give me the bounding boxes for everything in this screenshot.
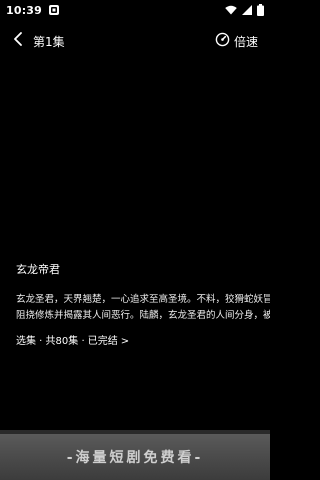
status-left: 10:39 (6, 4, 60, 17)
battery-icon (257, 4, 264, 16)
status-right (225, 4, 264, 16)
chevron-left-icon (13, 31, 23, 50)
speed-button[interactable]: 倍速 (215, 32, 258, 50)
status-bar: 10:39 (0, 0, 270, 20)
synopsis-line: 阻挠修炼并揭露其人间恶行。陆麟，玄龙圣君的人间分身，被数 (16, 310, 270, 321)
app-notification-icon (48, 4, 60, 16)
wifi-icon (225, 5, 237, 15)
episode-list-link[interactable]: 选集 · 共80集 · 已完结 > (16, 334, 270, 350)
player-header: 第1集 倍速 (0, 28, 270, 54)
signal-icon (242, 5, 252, 15)
drama-info: 玄龙帝君 玄龙圣君，天界翘楚，一心追求至高圣境。不料，狡猾蛇妖冒充 阻挠修炼并揭… (16, 262, 270, 350)
episodes-text: 选集 · 共80集 · 已完结 (16, 336, 118, 347)
back-button[interactable] (10, 31, 26, 49)
status-time: 10:39 (6, 3, 43, 17)
chevron-right-icon: > (120, 336, 130, 347)
synopsis: 玄龙圣君，天界翘楚，一心追求至高圣境。不料，狡猾蛇妖冒充 阻挠修炼并揭露其人间恶… (16, 292, 270, 324)
episode-title: 第1集 (33, 35, 65, 49)
banner-text: -海量短剧免费看- (66, 450, 204, 466)
speed-label: 倍速 (233, 34, 258, 49)
drama-title: 玄龙帝君 (16, 263, 60, 276)
promo-banner[interactable]: -海量短剧免费看- (0, 434, 270, 480)
synopsis-line: 玄龙圣君，天界翘楚，一心追求至高圣境。不料，狡猾蛇妖冒充 (16, 294, 270, 305)
speed-gauge-icon (215, 32, 230, 50)
